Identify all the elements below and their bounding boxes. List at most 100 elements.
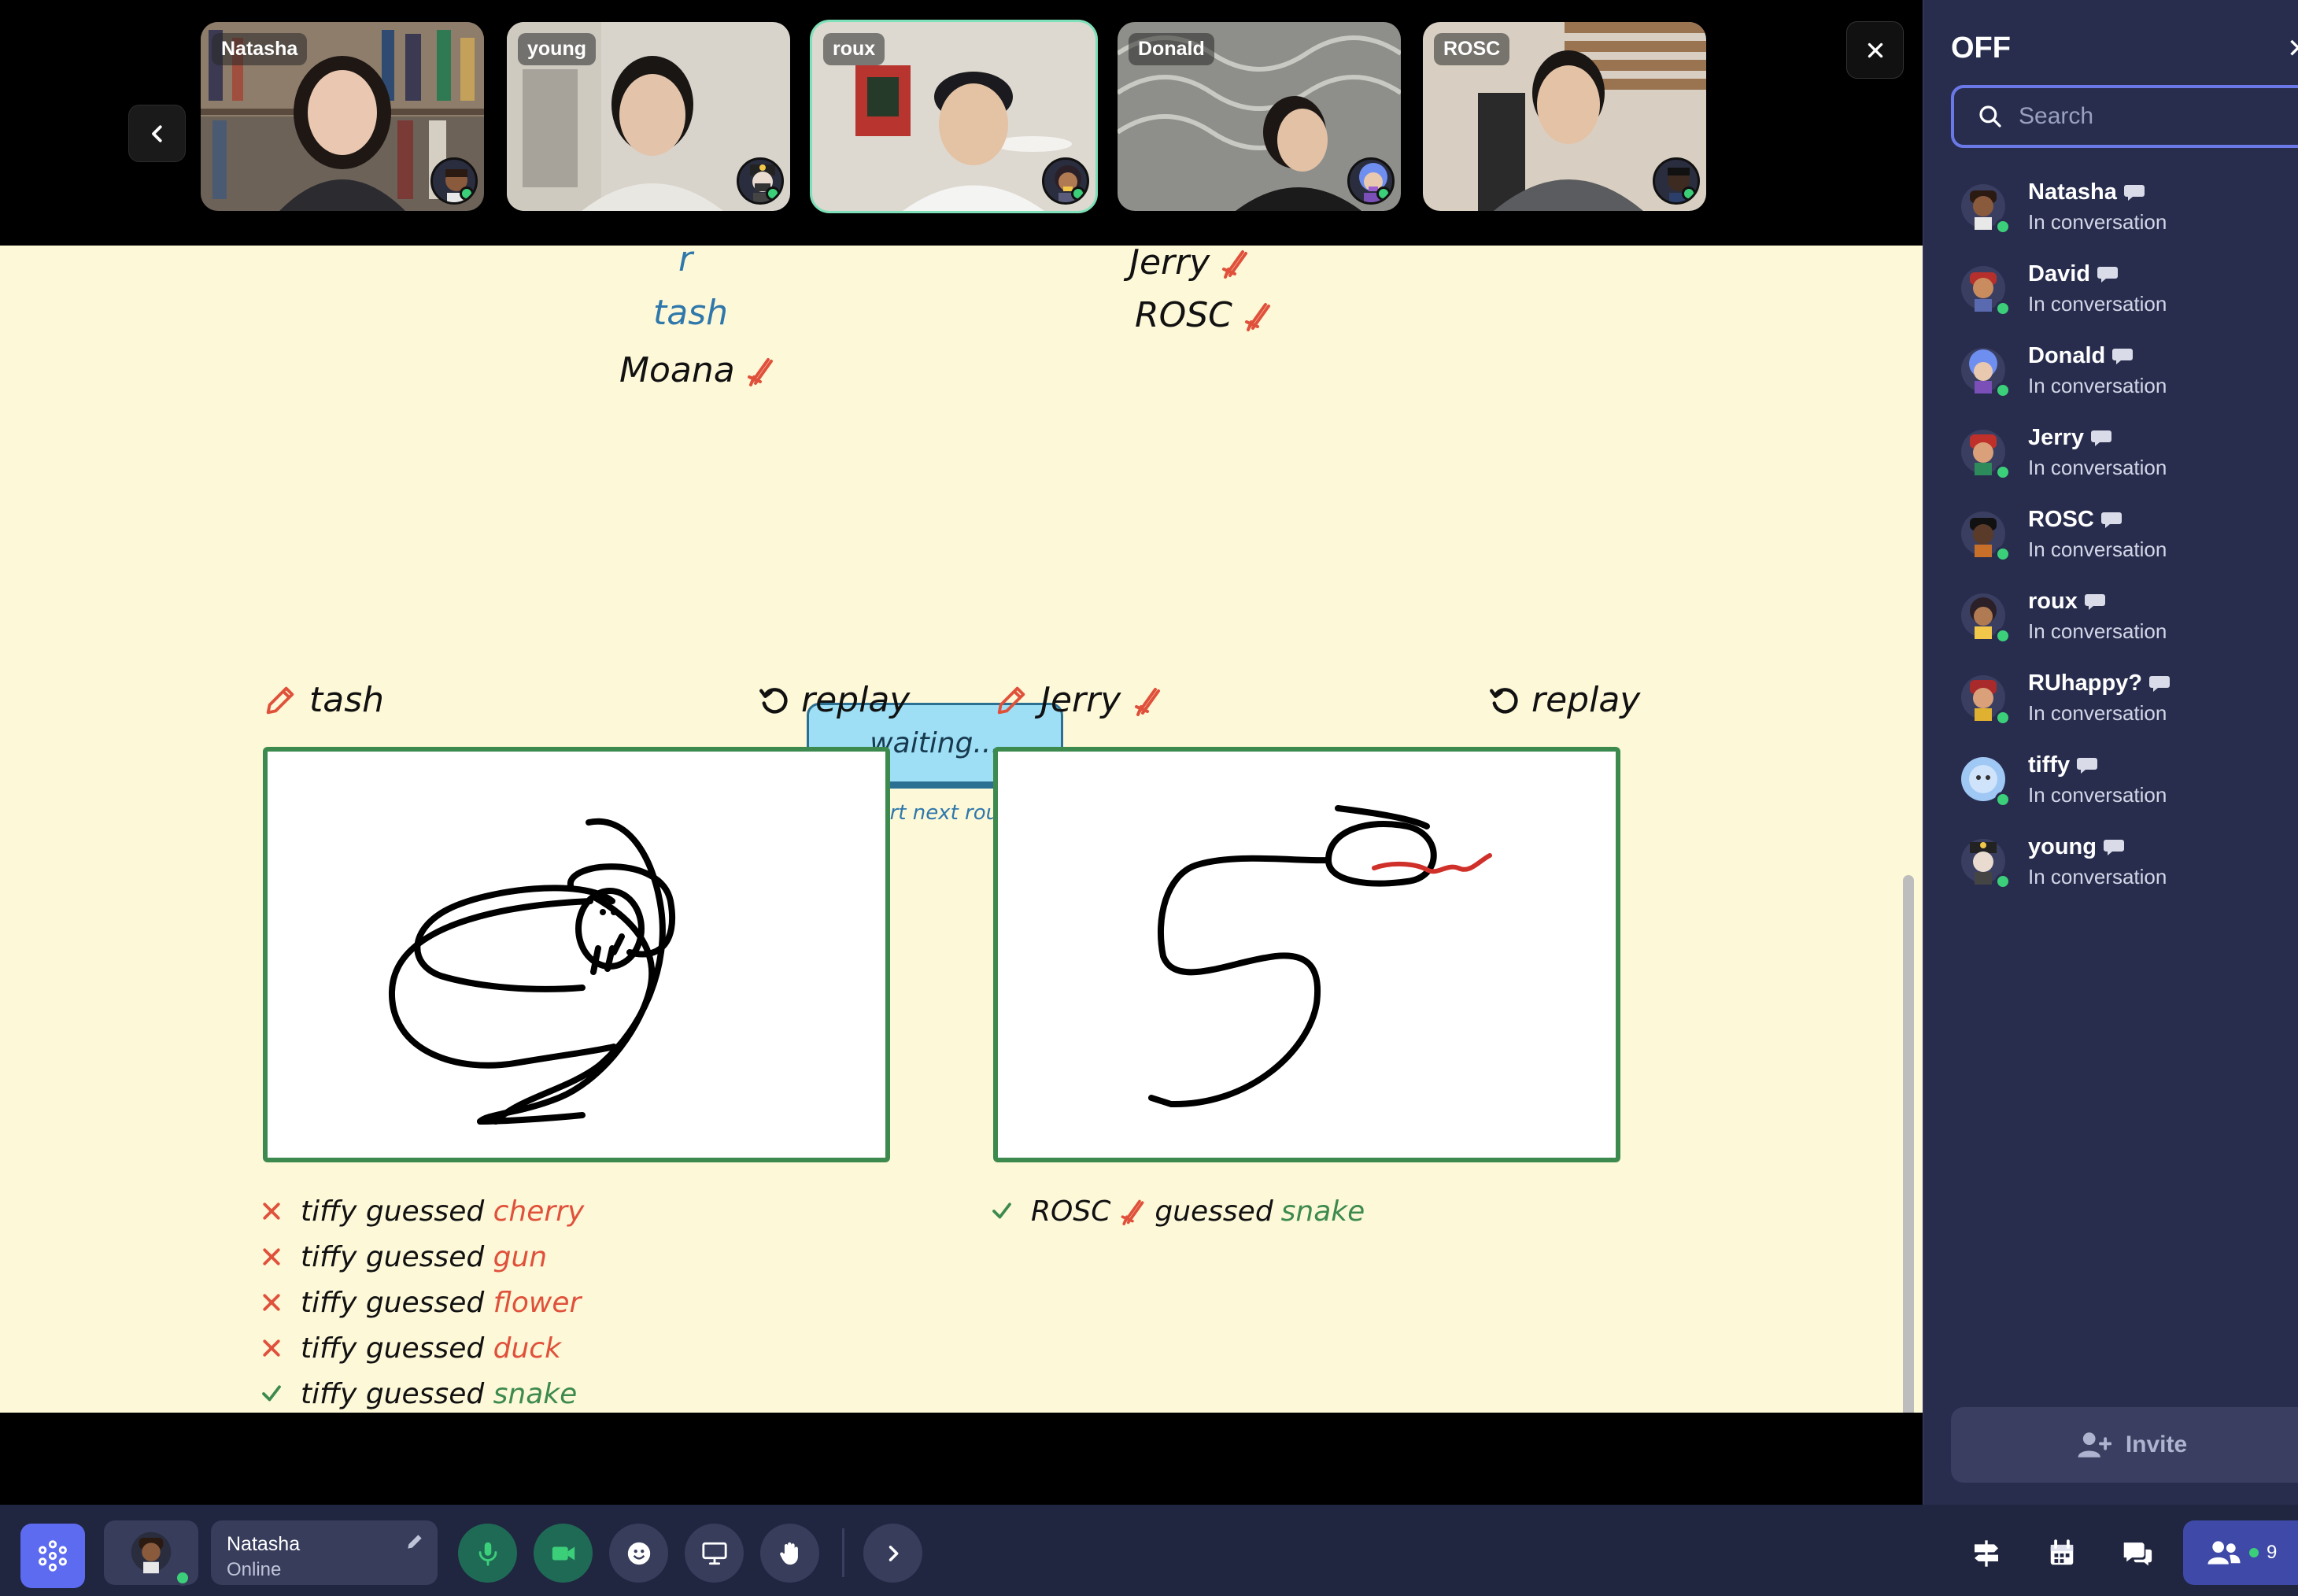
- avatar: [1959, 510, 2011, 562]
- member-row-tiffy[interactable]: tiffy In conversation: [1959, 744, 2297, 815]
- participant-name: roux: [823, 33, 885, 65]
- replay-icon: [759, 687, 788, 714]
- member-name: roux: [2028, 589, 2078, 614]
- member-row-david[interactable]: David In conversation: [1959, 253, 2297, 324]
- camera-button[interactable]: [534, 1524, 593, 1583]
- app-logo-icon: [39, 1540, 67, 1572]
- people-icon: [2207, 1541, 2241, 1565]
- chat-bubble-icon: [2100, 512, 2122, 528]
- pencil-badge-icon: [1222, 249, 1248, 279]
- online-indicator: [2249, 1548, 2259, 1557]
- video-tile-rosc[interactable]: ROSC: [1423, 22, 1706, 211]
- video-tile-young[interactable]: young: [507, 22, 790, 211]
- guess-verb: guessed: [365, 1332, 485, 1365]
- video-tile-roux[interactable]: roux: [810, 20, 1098, 213]
- avatar: [1959, 674, 2011, 726]
- chat-bubble-icon: [2112, 348, 2134, 364]
- member-row-young[interactable]: young In conversation: [1959, 826, 2297, 897]
- replay-button[interactable]: replay: [1487, 680, 1640, 720]
- avatar: [430, 157, 478, 205]
- avatar: [129, 1531, 190, 1586]
- guess-verb: guessed: [1155, 1195, 1273, 1228]
- member-name: Jerry: [2028, 425, 2084, 450]
- cross-icon: [263, 1203, 280, 1220]
- close-icon: [1868, 42, 1882, 57]
- hand-icon: [779, 1542, 798, 1565]
- member-row-donald[interactable]: Donald In conversation: [1959, 335, 2297, 406]
- chat-bubble-icon: [2149, 675, 2170, 692]
- chat-button[interactable]: [2114, 1530, 2161, 1577]
- member-status: In conversation: [2028, 210, 2167, 234]
- invite-button[interactable]: Invite: [1951, 1407, 2298, 1483]
- search-icon: [1979, 105, 2001, 127]
- search-box[interactable]: [1951, 85, 2298, 148]
- participant-name: Donald: [1129, 33, 1214, 65]
- chat-bubble-icon: [2077, 757, 2098, 774]
- score-player-name: ROSC: [1135, 295, 1232, 335]
- avatar: [1959, 183, 2011, 235]
- member-row-jerry[interactable]: Jerry In conversation: [1959, 417, 2297, 488]
- sidebar-title: OFF: [1951, 31, 2011, 65]
- screen-share-button[interactable]: [685, 1524, 744, 1583]
- signpost-button[interactable]: [1963, 1530, 2010, 1577]
- member-status: In conversation: [2028, 374, 2167, 397]
- avatar: [1959, 346, 2011, 398]
- video-tile-donald[interactable]: Donald: [1118, 22, 1401, 211]
- video-strip: Natasha young roux Donald ROSC: [0, 0, 1923, 246]
- avatar: [1959, 264, 2011, 316]
- score-player-name: Moana: [619, 350, 735, 390]
- score-player: ROSC: [1135, 295, 1273, 335]
- my-avatar-button[interactable]: [104, 1520, 198, 1586]
- replay-label: replay: [801, 680, 911, 720]
- app-menu-button[interactable]: [20, 1524, 85, 1588]
- snake-drawing: [388, 818, 676, 1125]
- cross-icon: [263, 1294, 280, 1311]
- user-status-box[interactable]: Natasha Online: [211, 1520, 438, 1585]
- emoji-button[interactable]: [609, 1524, 668, 1583]
- score-player-name: Jerry: [1129, 246, 1210, 283]
- member-status: In conversation: [2028, 701, 2167, 725]
- member-status: In conversation: [2028, 456, 2167, 479]
- member-row-roux[interactable]: roux In conversation: [1959, 581, 2297, 652]
- close-sidebar-button[interactable]: ✕: [2287, 33, 2298, 65]
- score-player: r: [678, 246, 693, 279]
- guess-word: duck: [493, 1332, 561, 1365]
- member-status: In conversation: [2028, 538, 2167, 561]
- drawing-canvas: [263, 747, 890, 1162]
- pencil-icon: [266, 686, 294, 714]
- guess-item: tiffy guessed duck: [260, 1327, 584, 1369]
- raise-hand-button[interactable]: [760, 1524, 819, 1583]
- scrollbar[interactable]: [1903, 875, 1914, 1413]
- avatar: [1653, 157, 1700, 205]
- member-row-rosc[interactable]: ROSC In conversation: [1959, 499, 2297, 570]
- expand-toolbar-button[interactable]: [863, 1524, 922, 1583]
- pencil-icon: [997, 686, 1025, 714]
- video-tile-natasha[interactable]: Natasha: [201, 22, 484, 211]
- avatar: [1959, 428, 2011, 480]
- check-icon: [992, 1203, 1011, 1219]
- replay-button[interactable]: replay: [757, 680, 910, 720]
- user-name: Natasha: [227, 1533, 301, 1555]
- edit-icon[interactable]: [405, 1531, 425, 1552]
- calendar-icon: [2050, 1539, 2074, 1565]
- chat-icon: [2123, 1542, 2152, 1566]
- people-button[interactable]: 9: [2183, 1520, 2298, 1585]
- bottom-toolbar: Natasha Online 9: [0, 1505, 2298, 1596]
- member-row-natasha[interactable]: Natasha In conversation: [1959, 172, 2297, 242]
- guesser-name: tiffy: [301, 1240, 357, 1273]
- cross-icon: [263, 1248, 280, 1265]
- calendar-button[interactable]: [2038, 1530, 2086, 1577]
- avatar: [1959, 592, 2011, 644]
- artist-name: Jerry: [1040, 680, 1121, 720]
- pencil-badge-icon: [1244, 302, 1270, 331]
- guess-item: tiffy guessed gun: [260, 1236, 584, 1278]
- search-input[interactable]: [2019, 103, 2255, 130]
- member-name: young: [2028, 834, 2097, 859]
- avatar: [1959, 756, 2011, 807]
- guess-word: snake: [493, 1377, 578, 1410]
- close-strip-button[interactable]: [1846, 21, 1904, 79]
- strip-prev-button[interactable]: [128, 105, 186, 162]
- microphone-button[interactable]: [458, 1524, 517, 1583]
- member-row-ruhappy[interactable]: RUhappy? In conversation: [1959, 663, 2297, 733]
- guesser-name: ROSC: [1031, 1195, 1111, 1228]
